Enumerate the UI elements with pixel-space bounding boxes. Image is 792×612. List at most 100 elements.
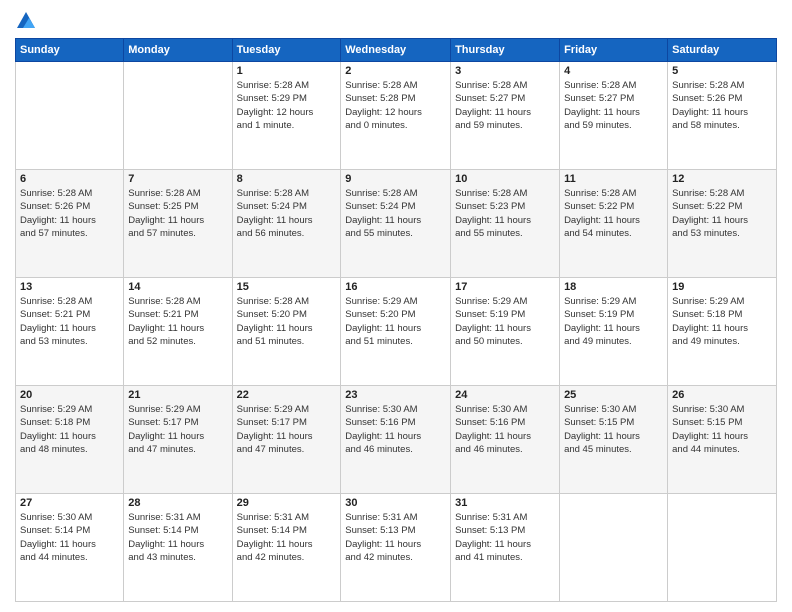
day-number: 17: [455, 281, 555, 293]
day-info: Sunrise: 5:30 AM Sunset: 5:14 PM Dayligh…: [20, 511, 119, 564]
day-number: 1: [237, 65, 337, 77]
calendar-week-1: 1 Sunrise: 5:28 AM Sunset: 5:29 PM Daylig…: [16, 62, 777, 170]
day-number: 6: [20, 173, 119, 185]
calendar-cell: 11 Sunrise: 5:28 AM Sunset: 5:22 PM Dayli…: [560, 170, 668, 278]
day-number: 27: [20, 497, 119, 509]
weekday-header-sunday: Sunday: [16, 39, 124, 62]
calendar-cell: 6 Sunrise: 5:28 AM Sunset: 5:26 PM Daylig…: [16, 170, 124, 278]
day-info: Sunrise: 5:31 AM Sunset: 5:14 PM Dayligh…: [128, 511, 227, 564]
day-info: Sunrise: 5:30 AM Sunset: 5:16 PM Dayligh…: [455, 403, 555, 456]
day-number: 25: [564, 389, 663, 401]
calendar-cell: 28 Sunrise: 5:31 AM Sunset: 5:14 PM Dayli…: [124, 494, 232, 602]
day-number: 13: [20, 281, 119, 293]
day-info: Sunrise: 5:28 AM Sunset: 5:21 PM Dayligh…: [20, 295, 119, 348]
day-number: 12: [672, 173, 772, 185]
calendar-cell: 20 Sunrise: 5:29 AM Sunset: 5:18 PM Dayli…: [16, 386, 124, 494]
day-number: 7: [128, 173, 227, 185]
calendar-cell: 9 Sunrise: 5:28 AM Sunset: 5:24 PM Daylig…: [341, 170, 451, 278]
calendar-cell: 24 Sunrise: 5:30 AM Sunset: 5:16 PM Dayli…: [451, 386, 560, 494]
day-info: Sunrise: 5:28 AM Sunset: 5:26 PM Dayligh…: [672, 79, 772, 132]
calendar-cell: 21 Sunrise: 5:29 AM Sunset: 5:17 PM Dayli…: [124, 386, 232, 494]
calendar-cell: 15 Sunrise: 5:28 AM Sunset: 5:20 PM Dayli…: [232, 278, 341, 386]
calendar-cell: [668, 494, 777, 602]
day-info: Sunrise: 5:28 AM Sunset: 5:27 PM Dayligh…: [455, 79, 555, 132]
calendar-cell: 13 Sunrise: 5:28 AM Sunset: 5:21 PM Dayli…: [16, 278, 124, 386]
calendar-cell: 17 Sunrise: 5:29 AM Sunset: 5:19 PM Dayli…: [451, 278, 560, 386]
day-info: Sunrise: 5:28 AM Sunset: 5:20 PM Dayligh…: [237, 295, 337, 348]
calendar-cell: 12 Sunrise: 5:28 AM Sunset: 5:22 PM Dayli…: [668, 170, 777, 278]
day-number: 8: [237, 173, 337, 185]
calendar-table: SundayMondayTuesdayWednesdayThursdayFrid…: [15, 38, 777, 602]
calendar-cell: [16, 62, 124, 170]
day-info: Sunrise: 5:28 AM Sunset: 5:29 PM Dayligh…: [237, 79, 337, 132]
day-number: 5: [672, 65, 772, 77]
day-info: Sunrise: 5:29 AM Sunset: 5:17 PM Dayligh…: [128, 403, 227, 456]
calendar-cell: 22Sunrise: 5:29 AM Sunset: 5:17 PM Dayli…: [232, 386, 341, 494]
day-number: 20: [20, 389, 119, 401]
calendar-cell: 5 Sunrise: 5:28 AM Sunset: 5:26 PM Daylig…: [668, 62, 777, 170]
day-number: 11: [564, 173, 663, 185]
day-info: Sunrise: 5:28 AM Sunset: 5:24 PM Dayligh…: [345, 187, 446, 240]
day-info: Sunrise: 5:29 AM Sunset: 5:19 PM Dayligh…: [455, 295, 555, 348]
day-number: 18: [564, 281, 663, 293]
day-number: 24: [455, 389, 555, 401]
calendar-cell: 26 Sunrise: 5:30 AM Sunset: 5:15 PM Dayli…: [668, 386, 777, 494]
day-number: 15: [237, 281, 337, 293]
day-number: 9: [345, 173, 446, 185]
weekday-header-wednesday: Wednesday: [341, 39, 451, 62]
day-number: 3: [455, 65, 555, 77]
day-info: Sunrise: 5:29 AM Sunset: 5:18 PM Dayligh…: [672, 295, 772, 348]
day-info: Sunrise: 5:28 AM Sunset: 5:22 PM Dayligh…: [672, 187, 772, 240]
day-info: Sunrise: 5:28 AM Sunset: 5:25 PM Dayligh…: [128, 187, 227, 240]
calendar-cell: 3 Sunrise: 5:28 AM Sunset: 5:27 PM Daylig…: [451, 62, 560, 170]
weekday-header-saturday: Saturday: [668, 39, 777, 62]
day-number: 30: [345, 497, 446, 509]
day-number: 16: [345, 281, 446, 293]
day-info: Sunrise: 5:30 AM Sunset: 5:15 PM Dayligh…: [672, 403, 772, 456]
calendar-cell: 18 Sunrise: 5:29 AM Sunset: 5:19 PM Dayli…: [560, 278, 668, 386]
calendar-cell: 7 Sunrise: 5:28 AM Sunset: 5:25 PM Daylig…: [124, 170, 232, 278]
calendar-cell: 16Sunrise: 5:29 AM Sunset: 5:20 PM Dayli…: [341, 278, 451, 386]
calendar-cell: [560, 494, 668, 602]
day-info: Sunrise: 5:28 AM Sunset: 5:26 PM Dayligh…: [20, 187, 119, 240]
page: SundayMondayTuesdayWednesdayThursdayFrid…: [0, 0, 792, 612]
day-info: Sunrise: 5:30 AM Sunset: 5:15 PM Dayligh…: [564, 403, 663, 456]
day-number: 2: [345, 65, 446, 77]
calendar-cell: 30 Sunrise: 5:31 AM Sunset: 5:13 PM Dayli…: [341, 494, 451, 602]
day-number: 14: [128, 281, 227, 293]
day-number: 4: [564, 65, 663, 77]
day-number: 29: [237, 497, 337, 509]
calendar-cell: 8Sunrise: 5:28 AM Sunset: 5:24 PM Daylig…: [232, 170, 341, 278]
day-info: Sunrise: 5:29 AM Sunset: 5:18 PM Dayligh…: [20, 403, 119, 456]
calendar-cell: 29 Sunrise: 5:31 AM Sunset: 5:14 PM Dayli…: [232, 494, 341, 602]
calendar-cell: 25 Sunrise: 5:30 AM Sunset: 5:15 PM Dayli…: [560, 386, 668, 494]
calendar-week-2: 6 Sunrise: 5:28 AM Sunset: 5:26 PM Daylig…: [16, 170, 777, 278]
weekday-header-friday: Friday: [560, 39, 668, 62]
calendar-cell: 10 Sunrise: 5:28 AM Sunset: 5:23 PM Dayli…: [451, 170, 560, 278]
day-info: Sunrise: 5:31 AM Sunset: 5:13 PM Dayligh…: [455, 511, 555, 564]
calendar-cell: 23Sunrise: 5:30 AM Sunset: 5:16 PM Dayli…: [341, 386, 451, 494]
day-number: 21: [128, 389, 227, 401]
logo: [15, 10, 41, 32]
day-info: Sunrise: 5:28 AM Sunset: 5:23 PM Dayligh…: [455, 187, 555, 240]
day-number: 31: [455, 497, 555, 509]
calendar-cell: [124, 62, 232, 170]
calendar-week-4: 20 Sunrise: 5:29 AM Sunset: 5:18 PM Dayli…: [16, 386, 777, 494]
weekday-header-row: SundayMondayTuesdayWednesdayThursdayFrid…: [16, 39, 777, 62]
calendar-cell: 19 Sunrise: 5:29 AM Sunset: 5:18 PM Dayli…: [668, 278, 777, 386]
day-info: Sunrise: 5:28 AM Sunset: 5:21 PM Dayligh…: [128, 295, 227, 348]
calendar-cell: 31 Sunrise: 5:31 AM Sunset: 5:13 PM Dayli…: [451, 494, 560, 602]
calendar-cell: 2 Sunrise: 5:28 AM Sunset: 5:28 PM Daylig…: [341, 62, 451, 170]
day-info: Sunrise: 5:29 AM Sunset: 5:19 PM Dayligh…: [564, 295, 663, 348]
day-number: 23: [345, 389, 446, 401]
weekday-header-monday: Monday: [124, 39, 232, 62]
day-info: Sunrise: 5:31 AM Sunset: 5:13 PM Dayligh…: [345, 511, 446, 564]
day-number: 10: [455, 173, 555, 185]
day-info: Sunrise: 5:28 AM Sunset: 5:22 PM Dayligh…: [564, 187, 663, 240]
day-info: Sunrise: 5:31 AM Sunset: 5:14 PM Dayligh…: [237, 511, 337, 564]
day-info: Sunrise: 5:28 AM Sunset: 5:28 PM Dayligh…: [345, 79, 446, 132]
day-number: 28: [128, 497, 227, 509]
day-number: 19: [672, 281, 772, 293]
day-number: 26: [672, 389, 772, 401]
calendar-week-3: 13 Sunrise: 5:28 AM Sunset: 5:21 PM Dayli…: [16, 278, 777, 386]
